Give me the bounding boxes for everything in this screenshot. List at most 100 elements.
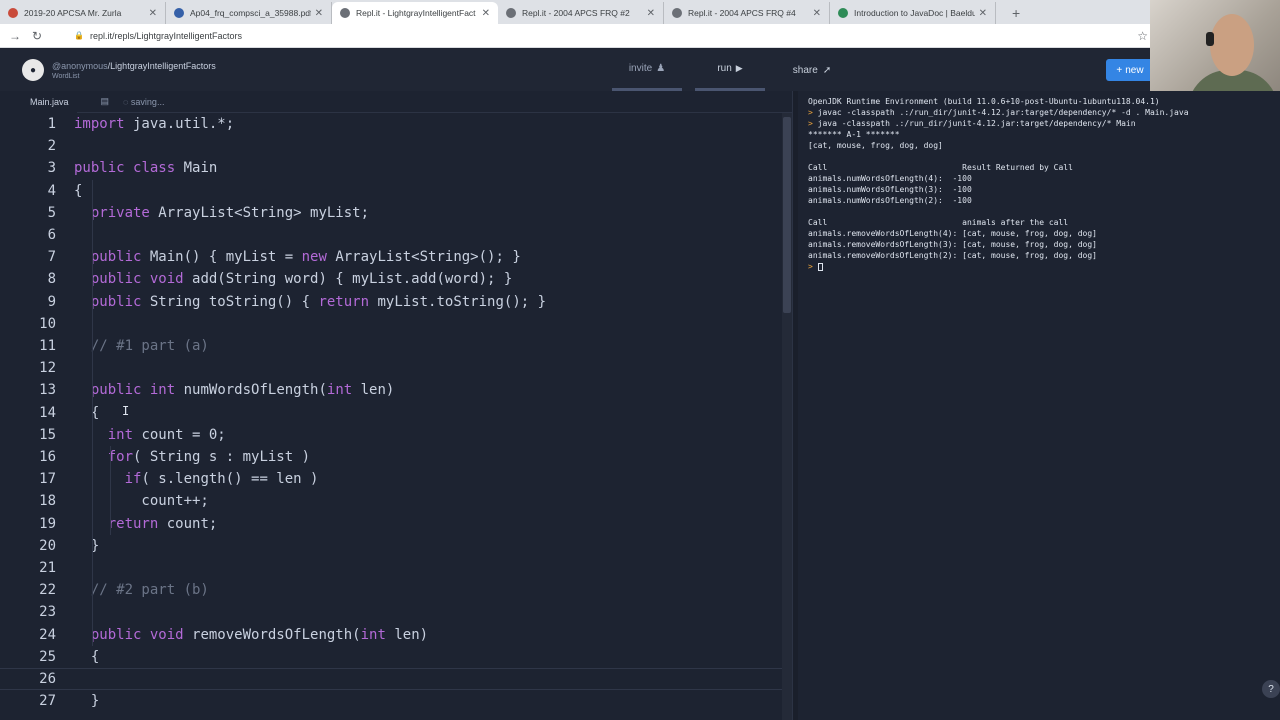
code-editor[interactable]: 1 import java.util.*; 2 3 public class Main 4… bbox=[0, 113, 782, 720]
console-line: animals.numWordsOfLength(2): -100 bbox=[808, 196, 972, 205]
lock-icon: 🔒 bbox=[74, 31, 84, 40]
headset-icon bbox=[1206, 32, 1214, 46]
close-tab-icon[interactable]: ✕ bbox=[149, 8, 157, 19]
browser-tab-title: 2019-20 APCSA Mr. Zurla bbox=[24, 8, 122, 18]
address-bar: → ↻ 🔒 repl.it/repls/LightgrayIntelligent… bbox=[0, 24, 1280, 48]
invite-button[interactable]: invite ♟ bbox=[612, 49, 682, 91]
file-tab-main[interactable]: Main.java bbox=[0, 90, 77, 113]
code-text[interactable]: public Main() { myList = new ArrayList<S… bbox=[74, 249, 521, 265]
browser-tab[interactable]: Ap04_frq_compsci_a_35988.pdf ✕ bbox=[166, 2, 332, 24]
code-text[interactable]: } bbox=[74, 693, 99, 709]
code-line[interactable]: 26 bbox=[0, 668, 782, 690]
code-line[interactable]: 4{ bbox=[0, 180, 782, 202]
code-line[interactable]: 3 public class Main bbox=[0, 157, 782, 179]
code-line[interactable]: 7 public Main() { myList = new ArrayList… bbox=[0, 246, 782, 268]
code-line[interactable]: 1 import java.util.*; bbox=[0, 113, 782, 135]
help-icon[interactable]: ? bbox=[1262, 680, 1280, 698]
code-text[interactable]: private ArrayList<String> myList; bbox=[74, 205, 369, 221]
new-repl-button[interactable]: + new bbox=[1106, 59, 1154, 81]
code-text[interactable]: // #2 part (b) bbox=[74, 582, 209, 598]
file-menu-icon[interactable]: ▤ bbox=[101, 96, 110, 107]
invite-label: invite bbox=[628, 63, 653, 74]
code-text[interactable]: { bbox=[74, 183, 82, 199]
code-text[interactable]: count++; bbox=[74, 493, 208, 509]
browser-tab[interactable]: Repl.it - LightgrayIntelligentFact ✕ bbox=[332, 2, 498, 24]
close-tab-icon[interactable]: ✕ bbox=[647, 8, 655, 19]
code-line[interactable]: 24 public void removeWordsOfLength(int l… bbox=[0, 624, 782, 646]
line-number: 17 bbox=[39, 471, 56, 488]
code-text[interactable]: // #1 part (a) bbox=[74, 338, 209, 354]
code-line[interactable]: 15 int count = 0; bbox=[0, 424, 782, 446]
code-line[interactable]: 19 return count; bbox=[0, 513, 782, 535]
run-button[interactable]: run ▶ bbox=[695, 49, 765, 91]
bookmark-star-icon[interactable]: ☆ bbox=[1137, 29, 1148, 43]
console-line: > javac -classpath .:/run_dir/junit-4.12… bbox=[808, 108, 1189, 117]
close-tab-icon[interactable]: ✕ bbox=[979, 8, 987, 19]
url-field[interactable]: 🔒 repl.it/repls/LightgrayIntelligentFact… bbox=[74, 31, 242, 41]
code-line[interactable]: 5 private ArrayList<String> myList; bbox=[0, 202, 782, 224]
code-line[interactable]: 17 if( s.length() == len ) bbox=[0, 468, 782, 490]
code-line[interactable]: 6 bbox=[0, 224, 782, 246]
code-line[interactable]: 27 } bbox=[0, 690, 782, 712]
forward-icon[interactable]: → bbox=[8, 29, 22, 43]
line-number: 5 bbox=[47, 204, 56, 221]
code-text[interactable]: return count; bbox=[74, 516, 218, 532]
code-text[interactable]: int count = 0; bbox=[74, 427, 226, 443]
spinner-icon: ◌ bbox=[123, 96, 129, 107]
code-line[interactable]: 16 for( String s : myList ) bbox=[0, 446, 782, 468]
line-number: 1 bbox=[47, 116, 56, 132]
url-text: repl.it/repls/LightgrayIntelligentFactor… bbox=[89, 30, 243, 41]
console-line: animals.removeWordsOfLength(4): [cat, mo… bbox=[808, 229, 1097, 238]
code-line[interactable]: 10 bbox=[0, 313, 782, 335]
code-line[interactable]: 23 bbox=[0, 601, 782, 623]
code-line[interactable]: 13 public int numWordsOfLength(int len) bbox=[0, 379, 782, 401]
console-line: animals.numWordsOfLength(4): -100 bbox=[808, 174, 972, 183]
code-text[interactable]: { bbox=[74, 405, 99, 421]
line-number: 7 bbox=[47, 249, 56, 266]
close-tab-icon[interactable]: ✕ bbox=[315, 8, 323, 19]
new-tab-icon[interactable]: + bbox=[1012, 5, 1020, 21]
console-pane[interactable]: OpenJDK Runtime Environment (build 11.0.… bbox=[798, 91, 1280, 720]
repl-name[interactable]: /LightgrayIntelligentFactors bbox=[108, 61, 216, 71]
code-line[interactable]: 12 bbox=[0, 357, 782, 379]
code-text[interactable]: { bbox=[74, 649, 99, 665]
plus-icon: + bbox=[1116, 64, 1123, 76]
code-text[interactable]: public void add(String word) { myList.ad… bbox=[74, 271, 512, 287]
code-line[interactable]: 22 // #2 part (b) bbox=[0, 579, 782, 601]
line-number: 19 bbox=[39, 515, 56, 532]
console-input-line[interactable]: > bbox=[808, 262, 1270, 273]
line-number: 13 bbox=[39, 382, 56, 399]
browser-tab[interactable]: Repl.it - 2004 APCS FRQ #4 ✕ bbox=[664, 2, 830, 24]
close-tab-icon[interactable]: ✕ bbox=[813, 8, 821, 19]
code-text[interactable]: public class Main bbox=[74, 160, 217, 176]
code-line[interactable]: 18 count++; bbox=[0, 490, 782, 512]
code-line[interactable]: 20 } bbox=[0, 535, 782, 557]
browser-tab[interactable]: 2019-20 APCSA Mr. Zurla ✕ bbox=[0, 2, 166, 24]
code-line[interactable]: 21 bbox=[0, 557, 782, 579]
repl-user[interactable]: @anonymous bbox=[52, 61, 108, 71]
code-line[interactable]: 11 // #1 part (a) bbox=[0, 335, 782, 357]
code-line[interactable]: 25 { bbox=[0, 646, 782, 668]
code-line[interactable]: 9 public String toString() { return myLi… bbox=[0, 291, 782, 313]
share-button[interactable]: share ➚ bbox=[780, 49, 844, 91]
close-tab-icon[interactable]: ✕ bbox=[482, 8, 490, 19]
code-text[interactable]: public void removeWordsOfLength(int len) bbox=[74, 627, 428, 643]
browser-tab-title: Introduction to JavaDoc | Baeldu bbox=[854, 8, 975, 18]
code-line[interactable]: 8 public void add(String word) { myList.… bbox=[0, 268, 782, 290]
editor-scrollbar-thumb[interactable] bbox=[783, 117, 791, 313]
replit-logo-icon[interactable]: ● bbox=[22, 59, 44, 81]
browser-tab[interactable]: Repl.it - 2004 APCS FRQ #2 ✕ bbox=[498, 2, 664, 24]
line-number: 18 bbox=[39, 493, 56, 510]
code-text[interactable]: import java.util.*; bbox=[74, 116, 234, 132]
reload-icon[interactable]: ↻ bbox=[30, 29, 44, 43]
code-text[interactable]: } bbox=[74, 538, 99, 554]
code-line[interactable]: 2 bbox=[0, 135, 782, 157]
presenter-head bbox=[1210, 14, 1254, 76]
editor-scrollbar[interactable] bbox=[782, 113, 792, 720]
code-text[interactable]: public int numWordsOfLength(int len) bbox=[74, 382, 394, 398]
code-text[interactable]: public String toString() { return myList… bbox=[74, 294, 546, 310]
code-line[interactable]: 14 { bbox=[0, 402, 782, 424]
browser-tab[interactable]: Introduction to JavaDoc | Baeldu ✕ bbox=[830, 2, 996, 24]
